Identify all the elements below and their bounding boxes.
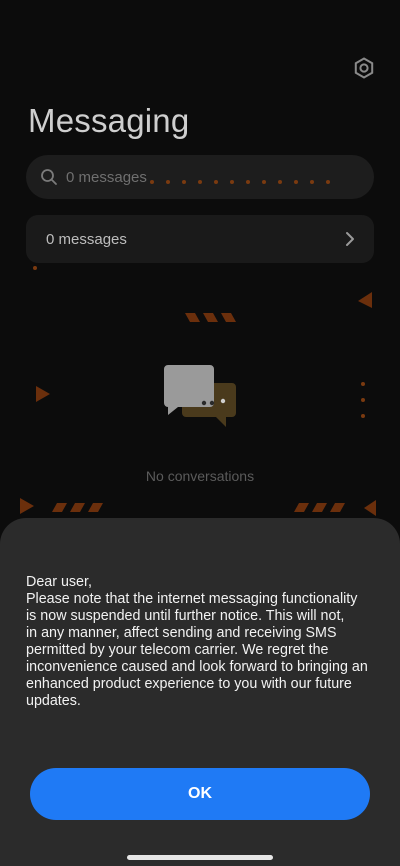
empty-state-text: No conversations [145,468,255,484]
messaging-screen: Messaging 0 messages 0 messages No conve… [0,0,400,866]
home-indicator[interactable] [127,855,273,860]
notice-line: is now suspended until further notice. T… [26,608,345,624]
conversation-bubbles-icon [164,365,236,427]
notice-line: updates. [26,693,81,709]
empty-state [0,365,400,445]
notice-message: Dear user, Please note that the internet… [26,574,382,710]
notice-line: enhanced product experience to you with … [26,676,352,692]
notice-line: Please note that the internet messaging … [26,591,358,607]
notice-line: permitted by your telecom carrier. We re… [26,642,329,658]
notice-dialog: Dear user, Please note that the internet… [0,518,400,866]
ok-button[interactable]: OK [30,768,370,820]
notice-line: Dear user, [26,574,92,590]
notice-line: inconvenience caused and look forward to… [26,659,368,675]
notice-line: in any manner, affect sending and receiv… [26,625,337,641]
